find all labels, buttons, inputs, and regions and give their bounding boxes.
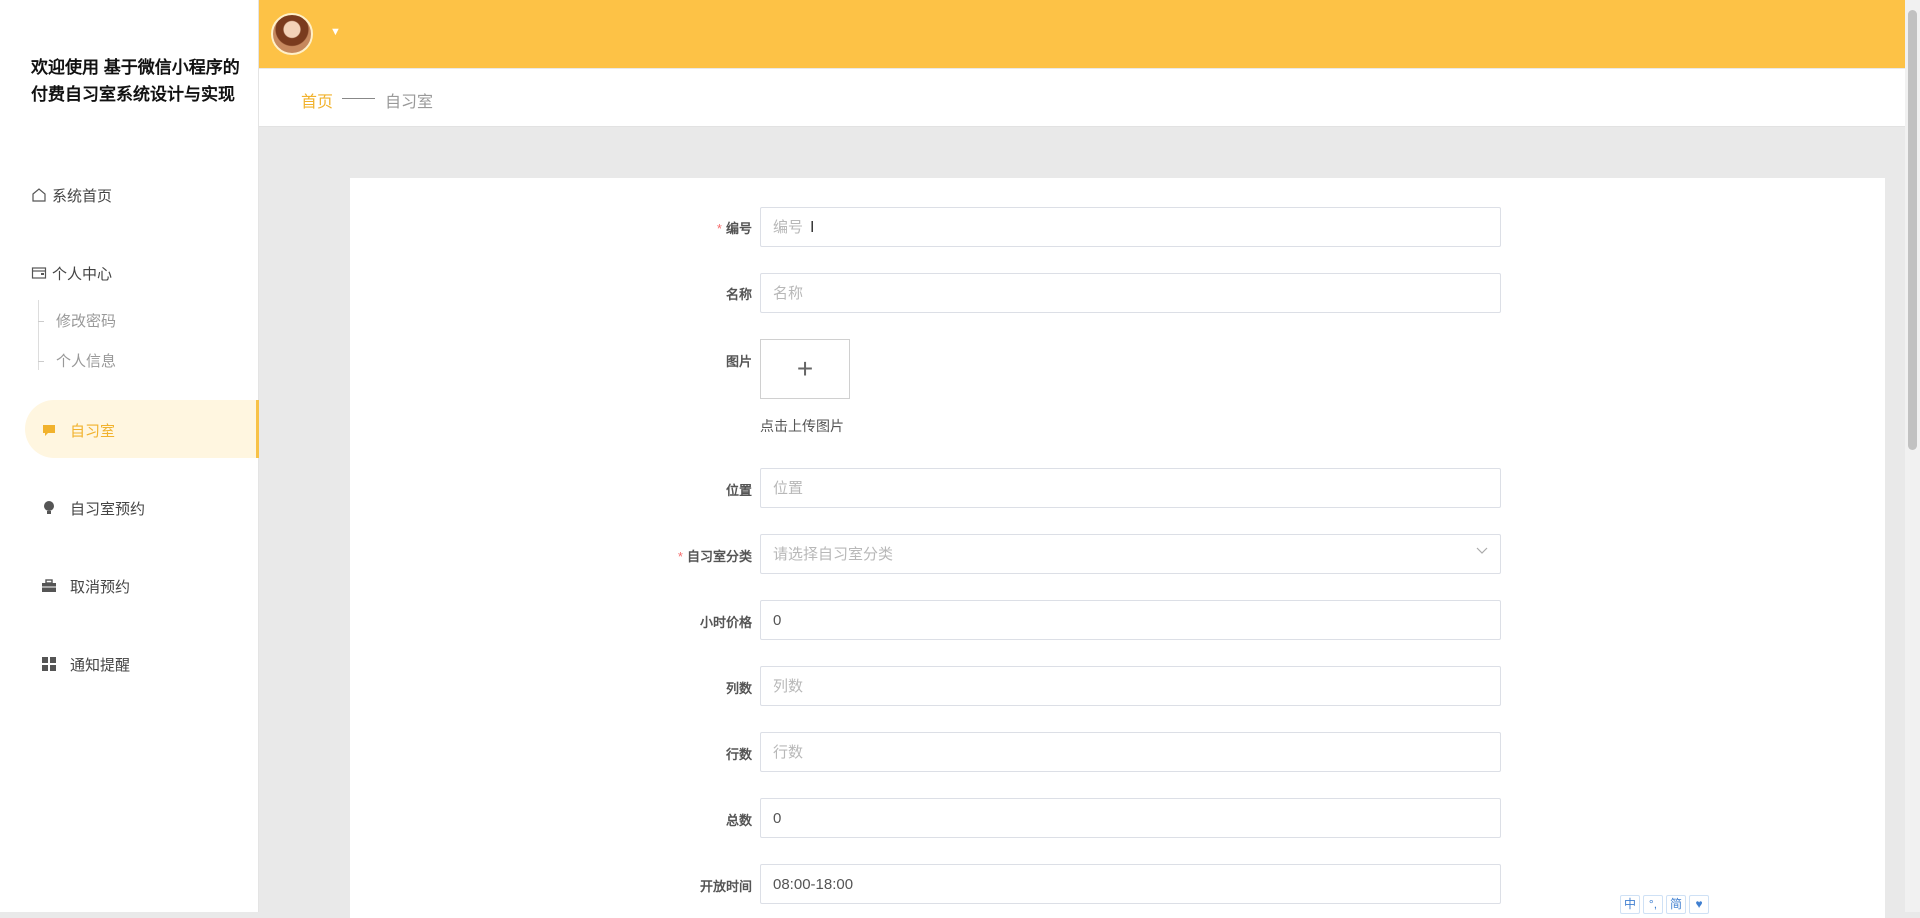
menu-item-study-room-booking[interactable]: 自习室预约 (40, 493, 299, 523)
menu-item-notifications-label: 通知提醒 (70, 656, 131, 674)
bulb-icon (40, 499, 58, 517)
menu-item-home-label: 系统首页 (52, 187, 113, 205)
code-input[interactable] (760, 207, 1501, 247)
menu-item-notifications[interactable]: 通知提醒 (40, 649, 299, 679)
home-icon (30, 186, 48, 204)
grid-icon (40, 655, 58, 673)
menu-item-personal-center-label: 个人中心 (52, 265, 113, 283)
ime-chinese-button[interactable]: 中 (1620, 895, 1640, 914)
scrollbar-thumb[interactable] (1908, 10, 1917, 450)
location-input[interactable] (760, 468, 1501, 508)
submenu-dash (38, 361, 44, 362)
menu-item-study-room-booking-label: 自习室预约 (70, 500, 146, 518)
hourly-price-label: 小时价格 (699, 615, 752, 630)
submenu-dash (38, 321, 44, 322)
menu-item-personal-info[interactable]: 个人信息 (56, 345, 315, 375)
columns-label: 列数 (725, 681, 752, 696)
required-marker: * (716, 221, 722, 236)
name-input[interactable] (760, 273, 1501, 313)
text-cursor-icon: I (810, 219, 815, 236)
name-label: 名称 (725, 287, 752, 302)
briefcase-icon (40, 577, 58, 595)
breadcrumb-current: 自习室 (385, 94, 434, 111)
menu-item-cancel-booking[interactable]: 取消预约 (40, 571, 299, 601)
code-label: * 编号 (716, 221, 752, 236)
breadcrumb (259, 69, 1905, 127)
total-input[interactable] (760, 798, 1501, 838)
menu-item-study-room[interactable]: 自习室 (40, 415, 299, 445)
upload-hint: 点击上传图片 (760, 418, 844, 434)
ime-simplified-button[interactable]: 简 (1666, 895, 1686, 914)
ime-skin-button[interactable]: ♥ (1689, 895, 1709, 914)
menu-item-study-room-label: 自习室 (70, 422, 116, 440)
menu-item-change-password-label: 修改密码 (56, 312, 117, 330)
required-marker: * (677, 549, 683, 564)
top-bar (259, 0, 1905, 68)
menu-item-personal-info-label: 个人信息 (56, 352, 117, 370)
image-upload-button[interactable]: + (760, 339, 850, 399)
category-select[interactable] (760, 534, 1501, 574)
user-avatar[interactable] (271, 13, 313, 55)
image-label: 图片 (725, 354, 752, 369)
ime-punctuation-button[interactable]: °, (1643, 895, 1663, 914)
chat-icon (40, 421, 58, 439)
total-label: 总数 (725, 813, 752, 828)
wallet-icon (30, 264, 48, 282)
breadcrumb-separator (342, 98, 375, 99)
category-label: * 自习室分类 (677, 549, 752, 564)
hourly-price-input[interactable] (760, 600, 1501, 640)
plus-icon: + (796, 353, 814, 384)
menu-item-change-password[interactable]: 修改密码 (56, 305, 315, 335)
rows-input[interactable] (760, 732, 1501, 772)
chevron-down-icon (1476, 544, 1488, 558)
open-time-label: 开放时间 (699, 879, 752, 894)
rows-label: 行数 (725, 747, 752, 762)
ime-toolbar: 中 °, 简 ♥ (1620, 895, 1709, 914)
app-title: 欢迎使用 基于微信小程序的付费自习室系统设计与实现 (31, 58, 240, 104)
location-label: 位置 (725, 483, 752, 498)
menu-item-home[interactable]: 系统首页 (30, 180, 289, 210)
breadcrumb-home[interactable]: 首页 (301, 88, 333, 112)
menu-item-cancel-booking-label: 取消预约 (70, 578, 131, 596)
open-time-input[interactable] (760, 864, 1501, 904)
sidebar: 欢迎使用 基于微信小程序的付费自习室系统设计与实现 系统首页 个人中心 修改密码… (0, 0, 259, 912)
menu-item-personal-center[interactable]: 个人中心 (30, 258, 289, 288)
submenu-line (38, 300, 39, 370)
columns-input[interactable] (760, 666, 1501, 706)
caret-down-icon[interactable]: ▼ (330, 26, 341, 38)
